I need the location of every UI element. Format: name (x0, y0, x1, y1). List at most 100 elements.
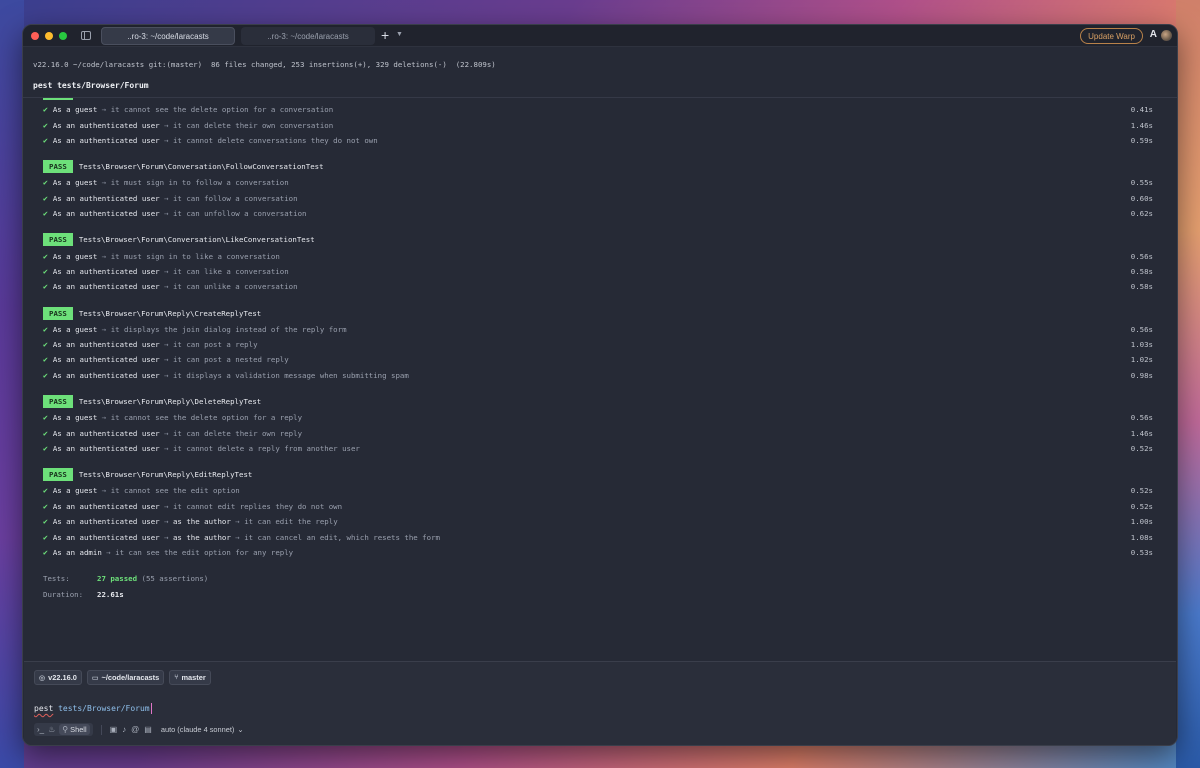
test-description: ✔ As an authenticated user → it can delet… (43, 429, 302, 438)
test-row: ✔ As an authenticated user → it can post … (43, 337, 1153, 352)
check-icon: ✔ (43, 266, 48, 276)
update-warp-button[interactable]: Update Warp (1080, 28, 1143, 44)
chip-label: v22.16.0 (48, 673, 77, 682)
flame-icon[interactable]: ♨ (48, 725, 55, 734)
check-icon: ✔ (43, 120, 48, 130)
test-name: it can post a nested reply (172, 355, 289, 365)
agent-icon[interactable]: A (1150, 29, 1157, 40)
passed-count: 27 passed (97, 574, 138, 584)
test-group: PASS Tests\Browser\Forum\Reply\DeleteRepl… (43, 394, 1153, 456)
test-name: it must sign in to follow a conversation (110, 178, 289, 188)
test-subject: As an authenticated user (52, 266, 160, 276)
test-row: ✔ As a guest → it cannot see the delete o… (43, 102, 1153, 117)
test-description: ✔ As a guest → it cannot see the delete o… (43, 105, 333, 114)
directory-chip[interactable]: ▭ ~/code/laracasts (86, 670, 165, 685)
test-row: ✔ As an authenticated user → it can follo… (43, 191, 1153, 206)
test-description: ✔ As an authenticated user → it cannot de… (43, 136, 378, 145)
test-row: ✔ As a guest → it must sign in to follow … (43, 175, 1153, 190)
test-duration: 0.58s (1130, 266, 1153, 276)
test-row: ✔ As an authenticated user → as the autho… (43, 514, 1153, 529)
test-subject: As an authenticated user (52, 135, 160, 145)
test-description: ✔ As an authenticated user → it cannot ed… (43, 502, 342, 511)
test-duration: 0.52s (1130, 501, 1153, 511)
microphone-icon[interactable]: ♪ (122, 725, 126, 734)
arrow-icon: → (97, 178, 111, 188)
test-duration: 0.53s (1130, 548, 1153, 557)
check-icon: ✔ (43, 413, 48, 423)
test-subject: As an authenticated user (52, 355, 160, 365)
git-branch-chip[interactable]: ⑂ master (169, 670, 211, 685)
command-output[interactable]: PASSTests\Browser\Forum\Conversation\Del… (23, 98, 1177, 658)
test-duration: 0.56s (1130, 251, 1153, 261)
test-description: ✔ As a guest → it cannot see the delete o… (43, 413, 302, 422)
duration-label: Duration: (43, 589, 84, 599)
test-name: it can unlike a conversation (172, 282, 298, 292)
test-subject: as the author (172, 517, 231, 527)
test-subject: As an authenticated user (52, 532, 160, 542)
test-description: ✔ As a guest → it must sign in to like a … (43, 252, 280, 261)
test-duration: 1.46s (1130, 120, 1153, 130)
test-row: ✔ As a guest → it displays the join dialo… (43, 322, 1153, 337)
test-row: ✔ As an admin → it can see the edit optio… (43, 545, 1153, 560)
test-duration: 0.52s (1130, 486, 1153, 496)
test-name: it can cancel an edit, which resets the … (244, 532, 440, 542)
test-subject: As a guest (52, 324, 98, 334)
test-name: it can see the edit option for any reply (115, 548, 294, 557)
node-version-chip[interactable]: ◎ v22.16.0 (34, 670, 82, 685)
test-group: PASS Tests\Browser\Forum\Reply\EditReplyT… (43, 467, 1153, 560)
test-row: ✔ As an authenticated user → it can unlik… (43, 279, 1153, 294)
maximize-window-button[interactable] (59, 31, 67, 40)
plus-icon[interactable]: + (381, 27, 389, 43)
prompt-argument: tests/Browser/Forum (58, 704, 150, 713)
check-icon: ✔ (43, 355, 48, 365)
avatar[interactable] (1161, 30, 1172, 41)
check-icon: ✔ (43, 251, 48, 261)
test-subject: As an admin (52, 548, 102, 557)
arrow-icon: → (159, 501, 173, 511)
test-row: ✔ As an authenticated user → it can like … (43, 264, 1153, 279)
test-subject: As an authenticated user (52, 209, 160, 219)
minimize-window-button[interactable] (45, 31, 53, 40)
shell-label: Shell (70, 725, 87, 734)
sidebar-toggle-icon[interactable] (81, 31, 91, 40)
test-duration: 1.08s (1130, 532, 1153, 542)
command-input[interactable]: pest tests/Browser/Forum (34, 703, 153, 714)
tab-laracasts-inactive[interactable]: ..ro-3: ~/code/laracasts (241, 27, 375, 45)
model-selector[interactable]: auto (claude 4 sonnet) ⌄ (161, 725, 244, 734)
shell-mode-button[interactable]: ⚲ Shell (59, 724, 90, 735)
text-cursor (150, 703, 153, 714)
test-row: ✔ As an authenticated user → it can delet… (43, 425, 1153, 440)
mention-icon[interactable]: @ (131, 725, 139, 734)
check-icon: ✔ (43, 178, 48, 188)
check-icon: ✔ (43, 444, 48, 454)
test-duration: 1.03s (1130, 340, 1153, 350)
arrow-icon: → (159, 266, 173, 276)
tab-laracasts-active[interactable]: ..ro-3: ~/code/laracasts (101, 27, 235, 45)
desktop-wallpaper-left (0, 0, 24, 768)
test-row: ✔ As an authenticated user → as the autho… (43, 529, 1153, 544)
test-duration: 0.98s (1130, 370, 1153, 380)
check-icon: ✔ (43, 324, 48, 334)
image-icon[interactable]: ▤ (144, 725, 152, 734)
git-branch-icon: ⑂ (174, 674, 179, 681)
chevron-down-icon[interactable]: ▼ (396, 31, 403, 38)
tab-label: ..ro-3: ~/code/laracasts (267, 31, 349, 41)
check-icon: ✔ (43, 548, 48, 557)
test-subject: As a guest (52, 251, 98, 261)
tests-label: Tests: (43, 574, 70, 584)
title-bar: ..ro-3: ~/code/laracasts ..ro-3: ~/code/… (23, 25, 1177, 47)
test-row: ✔ As an authenticated user → it displays … (43, 368, 1153, 383)
test-duration: 0.41s (1130, 105, 1153, 115)
close-window-button[interactable] (31, 31, 39, 40)
arrow-icon: → (159, 282, 173, 292)
test-class-name: Tests\Browser\Forum\Reply\EditReplyTest (78, 470, 253, 480)
check-icon: ✔ (43, 428, 48, 438)
test-subject: as the author (172, 532, 231, 542)
test-row: ✔ As an authenticated user → it can unfol… (43, 206, 1153, 221)
status-badge: PASS (43, 233, 73, 247)
test-group-header: PASS Tests\Browser\Forum\Conversation\Fol… (43, 159, 1153, 174)
check-icon: ✔ (43, 193, 48, 203)
terminal-icon[interactable]: ›_ (37, 725, 44, 734)
chevron-down-icon: ⌄ (237, 725, 244, 734)
attach-file-icon[interactable]: ▣ (110, 725, 118, 734)
